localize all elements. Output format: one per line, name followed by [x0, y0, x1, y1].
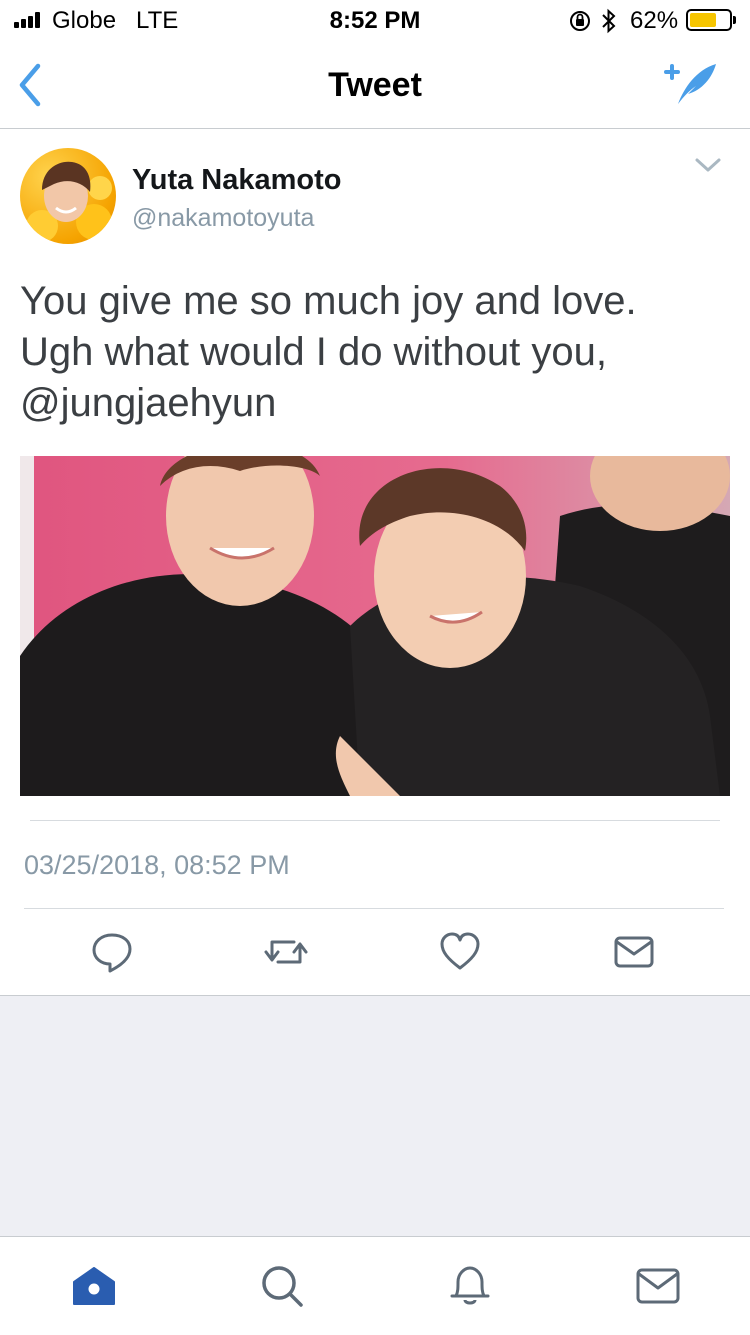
- status-bar: Globe LTE 8:52 PM 62%: [0, 0, 750, 40]
- compose-tweet-icon[interactable]: [662, 60, 722, 108]
- reply-icon[interactable]: [90, 930, 134, 974]
- divider: [30, 820, 720, 821]
- retweet-icon[interactable]: [264, 930, 308, 974]
- tweet-photo-image: [20, 456, 730, 796]
- orientation-lock-icon: [570, 11, 590, 31]
- search-icon[interactable]: [258, 1262, 306, 1310]
- empty-content-area: [0, 995, 750, 1237]
- divider: [24, 908, 724, 909]
- direct-message-icon[interactable]: [612, 930, 656, 974]
- like-icon[interactable]: [438, 930, 482, 974]
- messages-icon[interactable]: [634, 1262, 682, 1310]
- chevron-down-icon[interactable]: [694, 156, 722, 174]
- home-icon[interactable]: [70, 1262, 118, 1310]
- tweet-text: You give me so much joy and love. Ugh wh…: [20, 279, 637, 425]
- tweet-photo[interactable]: [20, 456, 730, 796]
- avatar-photo: [26, 161, 112, 242]
- notifications-icon[interactable]: [446, 1262, 494, 1310]
- author-handle[interactable]: @nakamotoyuta: [132, 204, 314, 233]
- author-name[interactable]: Yuta Nakamoto: [132, 164, 342, 197]
- page-title: Tweet: [328, 66, 422, 104]
- avatar[interactable]: [20, 148, 116, 244]
- bluetooth-icon: [602, 8, 616, 34]
- battery-percent: 62%: [630, 7, 679, 34]
- battery-icon: [686, 9, 736, 31]
- nav-bar: Tweet: [0, 40, 750, 129]
- tweet-timestamp: 03/25/2018, 08:52 PM: [24, 850, 290, 880]
